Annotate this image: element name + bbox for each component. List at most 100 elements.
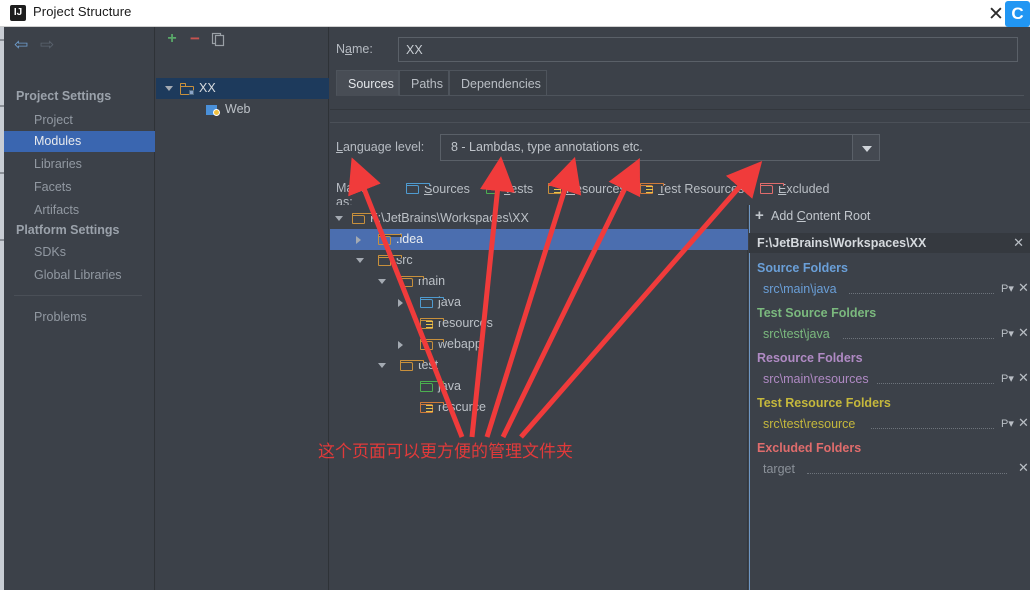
sidebar-group-project-settings: Project Settings [16, 89, 112, 103]
content-tree-row[interactable]: java [330, 292, 748, 313]
background-app-icon: C [1005, 1, 1030, 27]
package-prefix-icon[interactable]: P▾ [1001, 417, 1014, 430]
remove-test-source-folder-icon[interactable]: ✕ [1018, 325, 1029, 341]
category-title-test-source-folders: Test Source Folders [757, 306, 877, 320]
chevron-right-icon[interactable] [398, 341, 403, 349]
content-tree-row[interactable]: src [330, 250, 748, 271]
mark-as-excluded-button[interactable]: Excluded [760, 179, 829, 199]
sidebar-item-artifacts[interactable]: Artifacts [4, 200, 155, 221]
sidebar-item-modules[interactable]: Modules [4, 131, 155, 152]
language-level-row: Language level: 8 - Lambdas, type annota… [336, 134, 1024, 161]
mark-as-tests-button[interactable]: Tests [486, 179, 533, 199]
remove-excluded-folder-icon[interactable]: ✕ [1018, 460, 1029, 476]
chevron-down-icon[interactable] [335, 216, 343, 225]
modules-list-panel: + − XX Web [156, 27, 329, 590]
sidebar-item-libraries[interactable]: Libraries [4, 154, 155, 175]
content-tree-row[interactable]: resources [330, 313, 748, 334]
category-path-excluded-folders[interactable]: target [763, 462, 795, 476]
content-tree-row[interactable]: test [330, 355, 748, 376]
remove-resource-folder-icon[interactable]: ✕ [1018, 370, 1029, 386]
sidebar-item-project[interactable]: Project [4, 110, 155, 131]
sidebar-item-problems[interactable]: Problems [4, 307, 155, 328]
mark-as-resources-button[interactable]: Resources [548, 179, 626, 199]
folder-icon [378, 255, 402, 266]
modules-toolbar: + − [156, 27, 329, 51]
folder-excluded-icon [760, 183, 784, 194]
package-prefix-icon[interactable]: P▾ [1001, 282, 1014, 295]
content-root-path: F:\JetBrains\Workspaces\XX [757, 236, 927, 250]
plus-icon: + [755, 207, 764, 224]
copy-module-icon[interactable] [210, 31, 226, 47]
language-level-value: 8 - Lambdas, type annotations etc. [451, 140, 643, 154]
chevron-down-icon[interactable] [165, 86, 173, 95]
dotted-leader [843, 338, 994, 339]
content-tree-row-label: rescurce [438, 400, 486, 414]
tab-dependencies[interactable]: Dependencies [449, 70, 547, 96]
content-tree-row[interactable]: F:\JetBrains\Workspaces\XX [330, 208, 748, 229]
content-tree-row[interactable]: main [330, 271, 748, 292]
category-path-source-folders[interactable]: src\main\java [763, 282, 837, 296]
package-prefix-icon[interactable]: P▾ [1001, 327, 1014, 340]
module-name-row: Name: [336, 37, 1024, 63]
package-prefix-icon[interactable]: P▾ [1001, 372, 1014, 385]
add-module-icon[interactable]: + [164, 31, 180, 47]
add-content-root-button[interactable]: + Add Content Root [749, 205, 1030, 227]
remove-module-icon[interactable]: − [187, 30, 203, 47]
arrow-left-icon[interactable]: ⇦ [14, 36, 28, 53]
content-tree-row[interactable]: .idea [330, 229, 748, 250]
folder-icon [352, 213, 376, 224]
language-level-select[interactable]: 8 - Lambdas, type annotations etc. [440, 134, 880, 161]
module-tree-row-label: XX [199, 81, 216, 95]
category-title-source-folders: Source Folders [757, 261, 848, 275]
category-title-excluded-folders: Excluded Folders [757, 441, 862, 455]
mark-as-sources-button[interactable]: Sources [406, 179, 470, 199]
arrow-right-icon[interactable]: ⇨ [40, 36, 54, 53]
chevron-right-icon[interactable] [356, 236, 361, 244]
dotted-leader [849, 293, 994, 294]
chevron-down-icon[interactable] [852, 135, 879, 160]
annotation-text: 这个页面可以更方便的管理文件夹 [318, 442, 573, 462]
folder-resources-icon [548, 183, 572, 194]
category-path-test-resource-folders[interactable]: src\test\resource [763, 417, 855, 431]
divider [330, 122, 1030, 123]
panel-divider [749, 205, 750, 590]
sidebar-item-global-libraries[interactable]: Global Libraries [4, 265, 155, 286]
category-title-resource-folders: Resource Folders [757, 351, 863, 365]
content-tree-row-label: resources [438, 316, 493, 330]
module-folder-icon [180, 83, 194, 95]
remove-content-root-icon[interactable]: ✕ [1013, 233, 1024, 253]
category-path-resource-folders[interactable]: src\main\resources [763, 372, 869, 386]
chevron-down-icon[interactable] [356, 258, 364, 267]
remove-test-resource-folder-icon[interactable]: ✕ [1018, 415, 1029, 431]
sidebar-divider [14, 295, 142, 296]
folder-test-resources-icon [640, 183, 664, 194]
folder-icon [378, 234, 402, 245]
module-tree-row-xx[interactable]: XX [156, 78, 329, 99]
content-tree-row-label: F:\JetBrains\Workspaces\XX [370, 211, 529, 225]
chevron-right-icon[interactable] [398, 299, 403, 307]
sidebar-item-facets[interactable]: Facets [4, 177, 155, 198]
chevron-down-icon[interactable] [378, 279, 386, 288]
content-tree-row[interactable]: java [330, 376, 748, 397]
content-tree-row[interactable]: rescurce [330, 397, 748, 418]
remove-source-folder-icon[interactable]: ✕ [1018, 280, 1029, 296]
content-root-tree[interactable]: F:\JetBrains\Workspaces\XX .idea src mai… [330, 205, 748, 590]
category-path-test-source-folders[interactable]: src\test\java [763, 327, 830, 341]
window-title: Project Structure [33, 4, 132, 19]
content-root-header: F:\JetBrains\Workspaces\XX ✕ [749, 233, 1030, 253]
module-editor-panel: Name: Sources Paths Dependencies Languag… [330, 27, 1030, 590]
tab-paths[interactable]: Paths [399, 70, 449, 96]
content-tree-row[interactable]: webapp [330, 334, 748, 355]
sidebar-item-sdks[interactable]: SDKs [4, 242, 155, 263]
chevron-down-icon[interactable] [378, 363, 386, 372]
navigation-arrows: ⇦ ⇨ [12, 33, 82, 57]
folder-tests-icon [420, 381, 444, 392]
folder-icon [420, 339, 444, 350]
module-tree-row-web[interactable]: Web [156, 99, 329, 120]
dotted-leader [807, 473, 1007, 474]
tab-sources[interactable]: Sources [336, 70, 399, 96]
category-title-test-resource-folders: Test Resource Folders [757, 396, 891, 410]
module-name-label: Name: [336, 42, 373, 56]
module-name-input[interactable] [398, 37, 1018, 62]
mark-as-test-resources-button[interactable]: Test Resources [640, 179, 744, 199]
